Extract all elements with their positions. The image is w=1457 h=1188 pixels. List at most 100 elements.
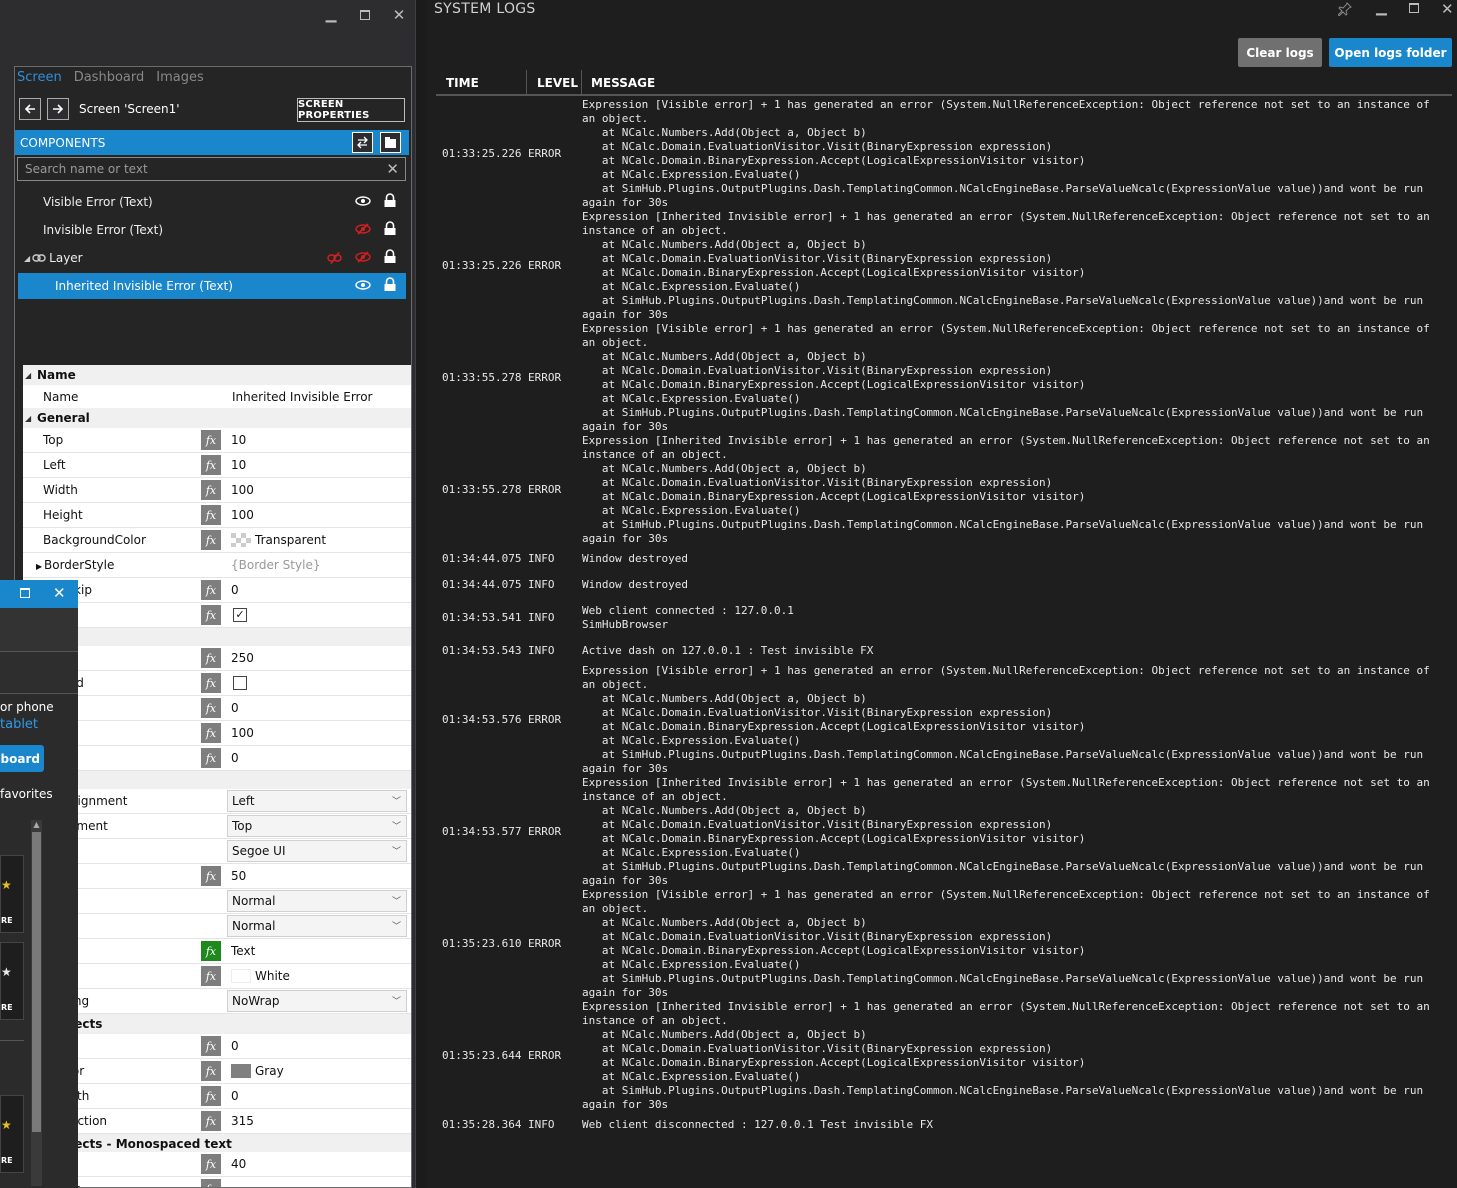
prop-value[interactable]: {Border Style} (231, 558, 320, 572)
prop-row-shadow-direction[interactable]: wDirectionfx315 (23, 1109, 411, 1134)
prop-value[interactable]: 10 (231, 433, 246, 447)
prop-row-font-size[interactable]: zefx50 (23, 864, 411, 889)
prop-row-text-wrapping[interactable]: rappingNoWrap﹀ (23, 989, 411, 1014)
prop-value[interactable]: 40 (231, 1157, 246, 1171)
lock-icon[interactable] (383, 193, 397, 208)
prop-row-opacity[interactable]: yfx100 (23, 721, 411, 746)
maximize-icon[interactable] (20, 588, 30, 598)
swap-button[interactable] (352, 132, 373, 153)
category-general[interactable]: ◢ General (23, 408, 411, 428)
prop-value[interactable]: Gray (255, 1064, 284, 1078)
log-row[interactable]: 01:33:25.226 ERROR Expression [Inherited I… (426, 210, 1457, 322)
log-row[interactable]: 01:33:55.278 ERROR Expression [Visible err… (426, 322, 1457, 434)
prop-row-font-weight[interactable]: eightNormal﹀ (23, 914, 411, 939)
font-style-select[interactable]: Normal ﹀ (227, 890, 407, 912)
fx-icon[interactable]: fx (201, 648, 221, 668)
lock-icon[interactable] (383, 277, 397, 292)
prop-row-shadow-blur[interactable]: wBlurfx0 (23, 1034, 411, 1059)
prop-value[interactable]: 0 (231, 1039, 239, 1053)
prop-value[interactable]: White (255, 969, 290, 983)
tree-item-layer[interactable]: ◢ Layer (18, 245, 406, 271)
fx-icon[interactable]: fx (201, 605, 221, 625)
prop-row-rotation[interactable]: onfx0 (23, 746, 411, 771)
prop-value[interactable]: Text (231, 944, 255, 958)
eye-hidden-icon[interactable] (355, 223, 371, 235)
prop-row-top[interactable]: Top fx 10 (23, 428, 411, 453)
font-weight-select[interactable]: Normal ﹀ (227, 915, 407, 937)
category-monospaced[interactable]: fects - Monospaced text (23, 1134, 411, 1154)
prop-value[interactable]: 100 (231, 726, 254, 740)
prop-value[interactable]: 0 (231, 701, 239, 715)
open-logs-folder-button[interactable]: Open logs folder (1329, 38, 1452, 67)
fx-icon[interactable]: fx (201, 866, 221, 886)
fx-icon[interactable]: fx (201, 723, 221, 743)
dash-tile[interactable]: ★ RE (0, 942, 24, 1020)
prop-row-special-chars[interactable]: lCharsfx (23, 1177, 411, 1187)
fx-icon[interactable]: fx (201, 1111, 221, 1131)
fx-icon[interactable]: fx (201, 1036, 221, 1056)
expand-arrow-icon[interactable]: ◢ (24, 254, 30, 263)
column-header-message[interactable]: MESSAGE (591, 76, 655, 90)
prop-value[interactable]: 0 (231, 1089, 239, 1103)
log-row[interactable]: 01:35:28.364 INFO Web client disconnected … (426, 1112, 1457, 1138)
close-icon[interactable]: ✕ (382, 0, 416, 30)
fx-icon[interactable]: fx (201, 748, 221, 768)
minimize-icon[interactable]: ▁ (314, 0, 348, 30)
maximize-icon[interactable] (348, 0, 382, 30)
vertical-alignment-select[interactable]: Top ﹀ (227, 815, 407, 837)
lock-icon[interactable] (383, 221, 397, 236)
component-search-input[interactable]: Search name or text ✕ (17, 157, 406, 181)
enabled-checkbox[interactable] (233, 676, 247, 690)
log-row[interactable]: 01:34:44.075 INFO Window destroyed (426, 546, 1457, 572)
column-separator[interactable] (526, 70, 527, 96)
tree-item-inherited-invisible-error[interactable]: Inherited Invisible Error (Text) (18, 273, 406, 299)
lock-icon[interactable] (383, 249, 397, 264)
close-icon[interactable]: ✕ (1441, 0, 1454, 18)
prop-row-font[interactable]: Segoe UI ﹀ (23, 839, 411, 864)
expand-arrow-icon[interactable]: ▶ (36, 558, 42, 572)
prop-value[interactable]: 0 (231, 751, 239, 765)
tree-item-invisible-error[interactable]: Invisible Error (Text) (18, 217, 406, 243)
eye-icon[interactable] (355, 279, 371, 291)
log-row[interactable]: 01:34:53.577 ERROR Expression [Inherited I… (426, 776, 1457, 888)
close-icon[interactable]: ✕ (53, 584, 66, 602)
minimize-icon[interactable]: ▁ (1376, 0, 1387, 16)
forward-button[interactable] (47, 98, 69, 120)
prop-value[interactable]: 100 (231, 483, 254, 497)
category-name[interactable]: ◢ Name (23, 365, 411, 385)
prop-row-ringskip[interactable]: ringSkipfx0 (23, 578, 411, 603)
screen-properties-button[interactable]: SCREEN PROPERTIES (297, 98, 405, 122)
white-swatch-icon[interactable] (231, 969, 251, 983)
text-wrapping-select[interactable]: NoWrap ﹀ (227, 990, 407, 1012)
gray-swatch-icon[interactable] (231, 1064, 251, 1078)
folder-button[interactable] (380, 132, 401, 153)
log-row[interactable]: 01:33:55.278 ERROR Expression [Inherited I… (426, 434, 1457, 546)
fx-icon[interactable]: fx (201, 1061, 221, 1081)
log-list[interactable]: 01:33:25.226 ERROR Expression [Visible err… (426, 98, 1457, 1188)
log-row[interactable]: 01:35:23.610 ERROR Expression [Visible err… (426, 888, 1457, 1000)
prop-row-left[interactable]: Left fx 10 (23, 453, 411, 478)
fx-icon[interactable]: fx (201, 530, 221, 550)
fx-icon[interactable]: fx (201, 673, 221, 693)
category-effects[interactable]: fects (23, 1014, 411, 1034)
prop-row-horizontal-alignment[interactable]: ntalAlignment Left ﹀ (23, 789, 411, 814)
tab-images[interactable]: Images (156, 70, 204, 90)
dash-tile[interactable]: ★ RE (0, 1095, 24, 1173)
prop-row-width[interactable]: Width fx 100 (23, 478, 411, 503)
maximize-icon[interactable] (1409, 3, 1419, 13)
prop-row-font-style[interactable]: yleNormal﹀ (23, 889, 411, 914)
link-broken-icon[interactable] (327, 252, 343, 264)
prop-row-height[interactable]: Height fx 100 (23, 503, 411, 528)
prop-row-shadow-depth[interactable]: wDepthfx0 (23, 1084, 411, 1109)
fx-icon[interactable]: fx (201, 966, 221, 986)
fx-icon[interactable]: fx (201, 1179, 221, 1187)
column-separator[interactable] (581, 70, 582, 96)
prop-row-shadow-color[interactable]: wColorfx Gray (23, 1059, 411, 1084)
fx-active-icon[interactable]: fx (201, 941, 221, 961)
prop-row-name[interactable]: Name Inherited Invisible Error (23, 385, 411, 410)
dash-tile[interactable]: ★ RE (0, 855, 24, 933)
prop-row-radius[interactable]: diusfx0 (23, 696, 411, 721)
log-row[interactable]: 01:34:53.541 INFO Web client connected : 1… (426, 598, 1457, 638)
log-row[interactable]: 01:33:25.226 ERROR Expression [Visible err… (426, 98, 1457, 210)
prop-value[interactable]: 315 (231, 1114, 254, 1128)
